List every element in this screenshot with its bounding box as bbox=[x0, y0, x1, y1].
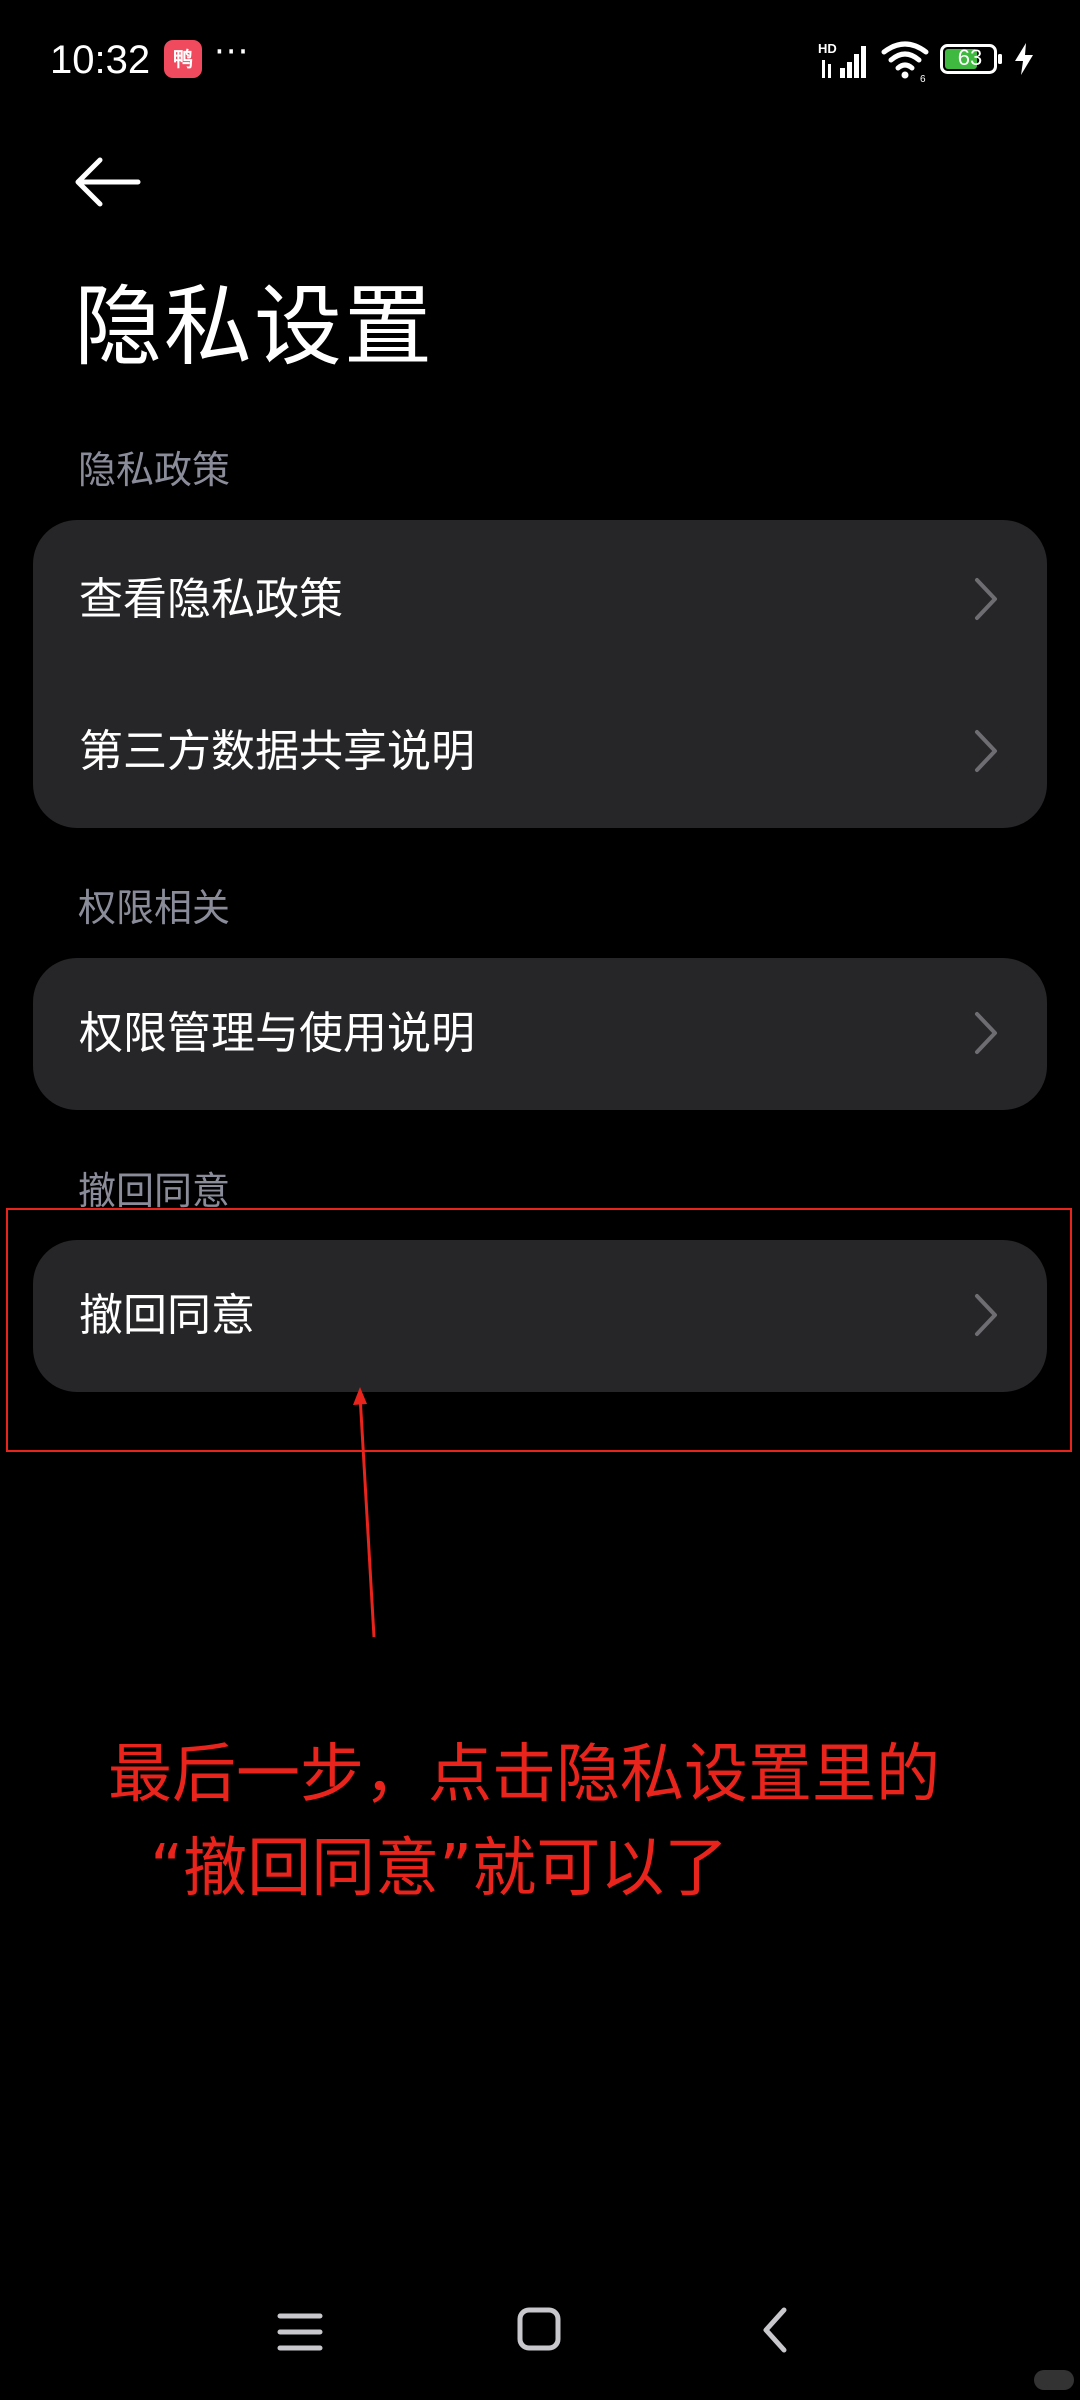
watermark bbox=[1034, 2370, 1074, 2390]
item-label: 查看隐私政策 bbox=[79, 574, 343, 625]
item-label: 第三方数据共享说明 bbox=[79, 726, 475, 777]
chevron-right-icon bbox=[975, 578, 997, 620]
item-label: 权限管理与使用说明 bbox=[79, 1008, 475, 1059]
charging-icon bbox=[1015, 43, 1033, 75]
list-item-permission-management[interactable]: 权限管理与使用说明 bbox=[33, 958, 1047, 1110]
privacy-policy-card: 查看隐私政策 第三方数据共享说明 bbox=[33, 520, 1047, 828]
section-header-privacy-policy: 隐私政策 bbox=[78, 448, 231, 492]
list-item-third-party-data-sharing[interactable]: 第三方数据共享说明 bbox=[33, 676, 1047, 828]
back-icon[interactable] bbox=[760, 2306, 790, 2354]
chevron-right-icon bbox=[975, 1012, 997, 1054]
menu-icon[interactable] bbox=[276, 2310, 324, 2354]
svg-text:6: 6 bbox=[920, 74, 926, 82]
annotation-highlight-box bbox=[6, 1208, 1072, 1452]
chevron-right-icon bbox=[975, 730, 997, 772]
back-button[interactable] bbox=[68, 148, 148, 216]
annotation-line-1: 最后一步，点击隐私设置里的 bbox=[108, 1738, 940, 1812]
permissions-card: 权限管理与使用说明 bbox=[33, 958, 1047, 1110]
annotation-text: 最后一步，点击隐私设置里的 “撤回同意”就可以了 bbox=[108, 1728, 1028, 1916]
signal-hd-label: HD bbox=[818, 41, 837, 56]
wifi-icon: 6 bbox=[881, 41, 929, 82]
more-notifications-icon: ··· bbox=[214, 32, 250, 72]
home-icon[interactable] bbox=[516, 2306, 562, 2352]
status-bar: 10:32 鸭 ··· HD 6 63 bbox=[0, 0, 1080, 120]
status-time: 10:32 bbox=[50, 38, 151, 82]
annotation-line-2: “撤回同意”就可以了 bbox=[150, 1832, 729, 1906]
page-title: 隐私设置 bbox=[74, 275, 435, 378]
section-header-permissions: 权限相关 bbox=[78, 886, 231, 930]
signal-icon: HD bbox=[818, 41, 866, 78]
back-arrow-icon bbox=[75, 157, 141, 207]
list-item-view-privacy-policy[interactable]: 查看隐私政策 bbox=[33, 524, 1047, 676]
annotation-arrow-icon bbox=[353, 1387, 376, 1638]
navigation-bar bbox=[0, 2270, 1080, 2390]
app-notification-icon: 鸭 bbox=[164, 40, 202, 78]
battery-level: 63 bbox=[957, 45, 983, 70]
